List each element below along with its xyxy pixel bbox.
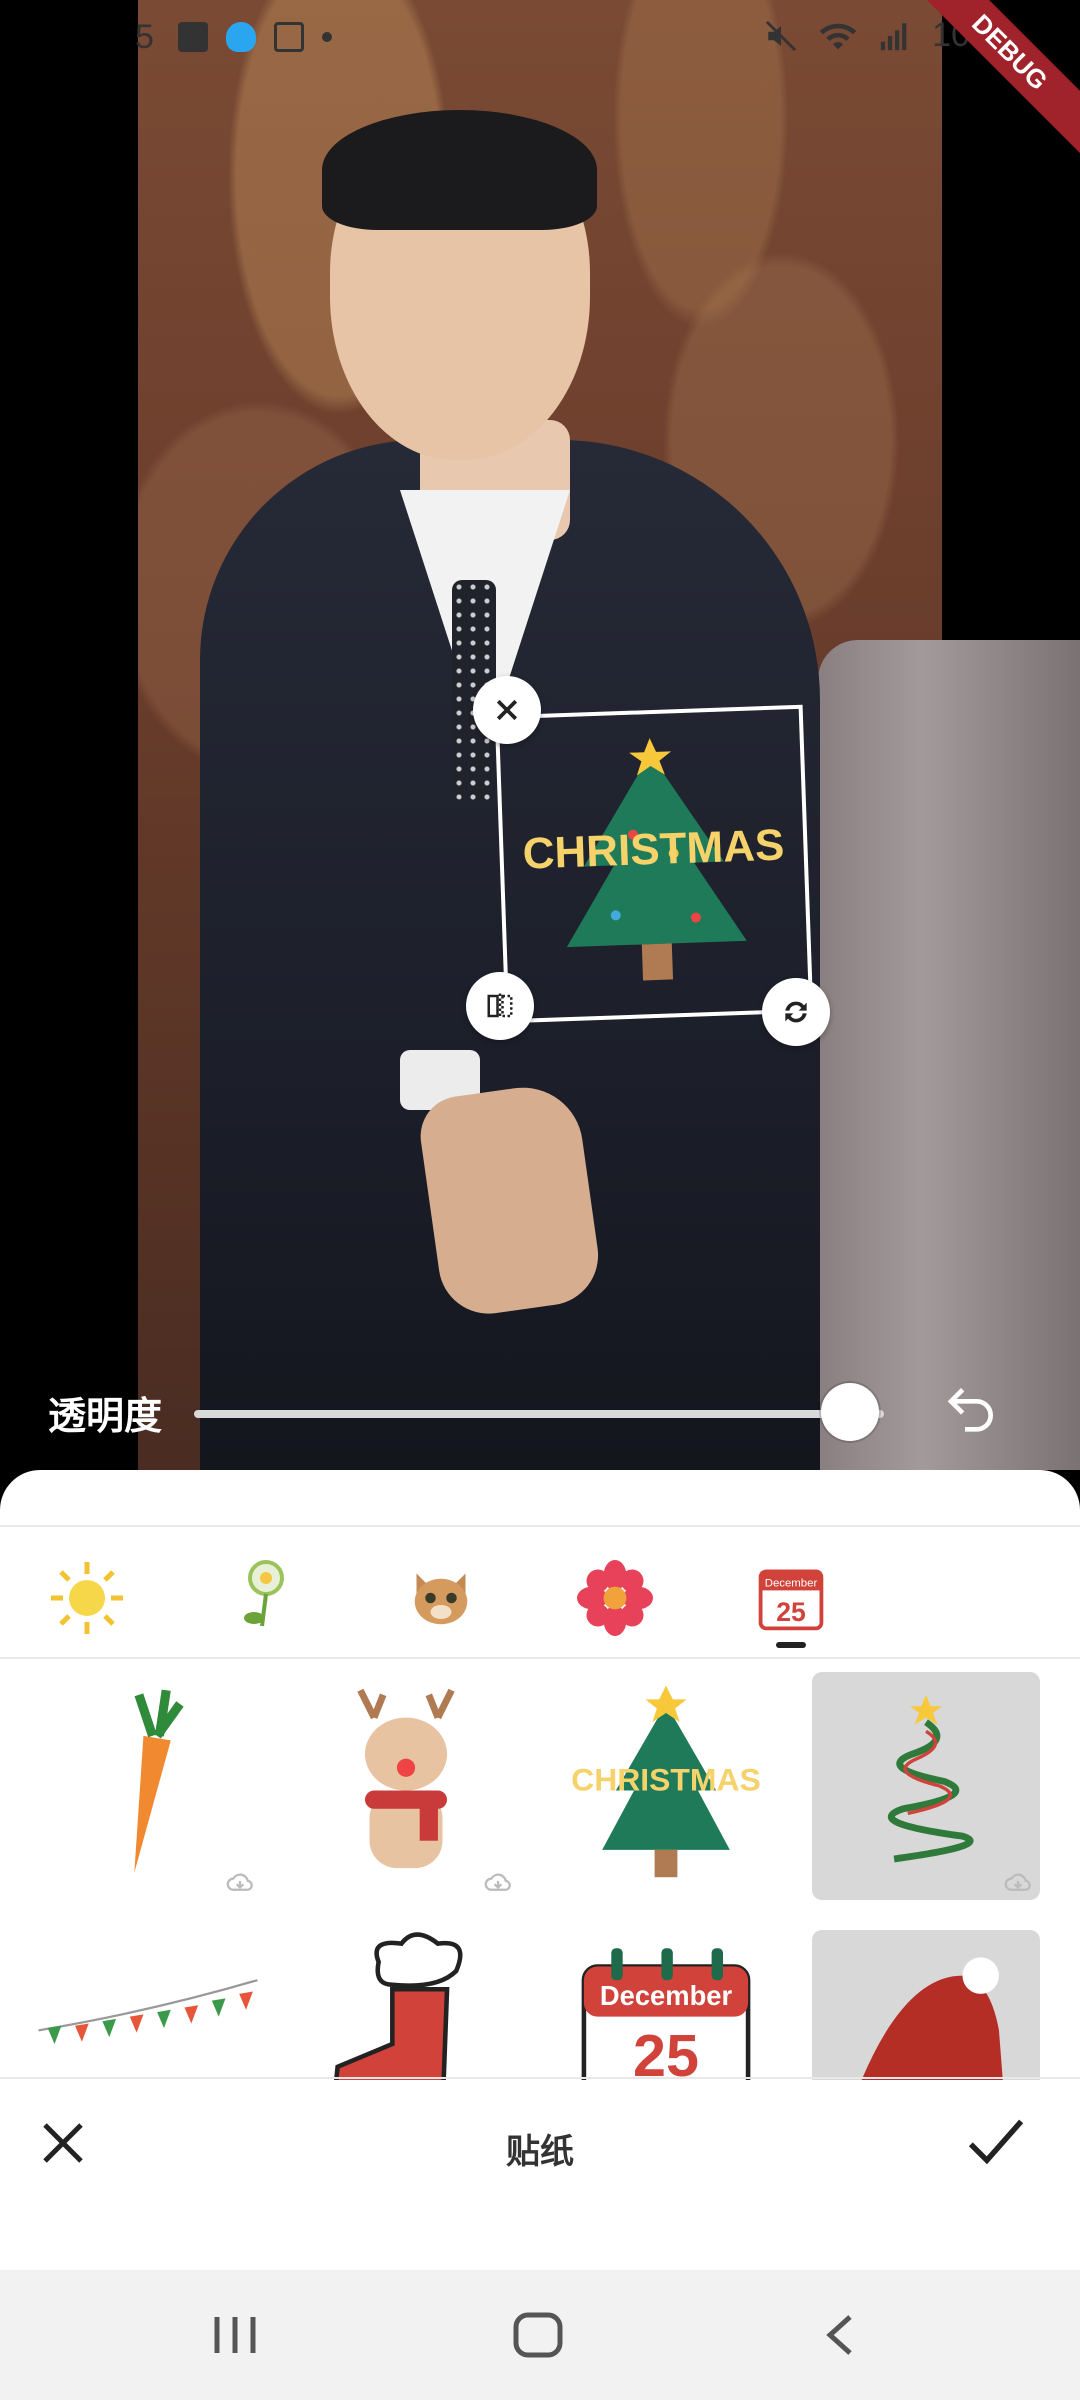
christmas-tree-sticker[interactable]: CHRISTMAS	[499, 709, 809, 1019]
santa-hat-sticker[interactable]	[812, 1930, 1040, 2080]
download-cloud-icon[interactable]	[1004, 1872, 1032, 1892]
flower-balloon-sticker-tab[interactable]	[220, 1553, 310, 1643]
christmas-tree-text-sticker[interactable]: CHRISTMAS	[552, 1672, 780, 1900]
opacity-label: 透明度	[48, 1396, 163, 1438]
sun-sticker-tab[interactable]	[42, 1553, 132, 1643]
bunting-flags-icon	[38, 1979, 258, 2044]
more-notifications-dot-icon	[322, 32, 332, 42]
svg-text:25: 25	[633, 2022, 699, 2080]
ribbon-tree-icon	[887, 1694, 974, 1863]
december-calendar-sticker[interactable]: December 25	[552, 1930, 780, 2080]
clipboard-notification-icon	[274, 22, 304, 52]
system-navigation-bar	[0, 2270, 1080, 2400]
close-icon	[496, 699, 518, 721]
christmas-stocking-sticker[interactable]	[292, 1930, 520, 2080]
bottom-action-bar	[0, 2080, 1080, 2270]
home-icon[interactable]	[508, 2310, 568, 2360]
qq-notification-icon	[226, 22, 256, 52]
christmas-sticker-text: CHRISTMAS	[522, 820, 785, 878]
rotate-scale-sticker-button[interactable]	[762, 978, 830, 1046]
carrot-sticker[interactable]	[34, 1672, 262, 1900]
reindeer-icon	[357, 1688, 455, 1869]
christmas-tree-icon: CHRISTMAS	[571, 1685, 761, 1878]
sticker-selection-box[interactable]: CHRISTMAS	[494, 704, 814, 1024]
cat-sticker-tab[interactable]	[396, 1553, 486, 1643]
back-icon[interactable]	[812, 2310, 872, 2360]
ribbon-tree-sticker[interactable]	[812, 1672, 1040, 1900]
download-cloud-icon[interactable]	[226, 1872, 254, 1892]
opacity-slider-thumb[interactable]	[820, 1383, 879, 1441]
sun-icon	[51, 1562, 123, 1634]
divider	[0, 2077, 1080, 2079]
confirm-check-icon[interactable]	[964, 2114, 1028, 2170]
bunting-flags-sticker[interactable]	[34, 1930, 262, 2080]
download-cloud-icon[interactable]	[484, 1872, 512, 1892]
calendar-icon: December 25	[758, 1569, 824, 1631]
december-calendar-icon: December 25	[581, 1948, 751, 2080]
svg-text:CHRISTMAS: CHRISTMAS	[571, 1762, 761, 1798]
status-time: 5	[135, 18, 154, 56]
selected-tab-indicator	[776, 1642, 806, 1648]
cat-face-icon	[414, 1573, 468, 1625]
opacity-slider-track[interactable]	[194, 1410, 884, 1418]
sticker-category-tabs: December 25	[0, 1545, 1080, 1655]
person-hair	[322, 110, 597, 230]
red-flower-sticker-tab[interactable]	[570, 1553, 660, 1643]
mute-icon	[766, 20, 797, 51]
red-flower-icon	[577, 1560, 653, 1636]
signal-icon	[881, 22, 907, 50]
remove-sticker-button[interactable]	[473, 676, 541, 744]
recent-apps-icon[interactable]	[205, 2310, 265, 2360]
chair	[818, 640, 1080, 1470]
santa-hat-icon	[861, 1957, 1003, 2080]
svg-text:25: 25	[776, 1597, 806, 1627]
divider	[0, 1525, 1080, 1527]
flip-sticker-button[interactable]	[466, 972, 534, 1040]
reindeer-sticker[interactable]	[292, 1672, 520, 1900]
rotate-icon	[785, 1001, 807, 1023]
status-bar: 5 10 DEBUG	[0, 0, 1080, 160]
svg-text:December: December	[765, 1578, 818, 1590]
flip-icon	[487, 993, 513, 1019]
gallery-notification-icon	[178, 22, 208, 52]
flower-balloon-icon	[244, 1560, 284, 1627]
panel-title: 贴纸	[506, 2133, 574, 2171]
wifi-icon	[819, 23, 857, 49]
carrot-icon	[134, 1689, 184, 1873]
sticker-grid: CHRISTMAS December 25	[0, 1660, 1080, 2080]
svg-text:December: December	[600, 1980, 733, 2011]
christmas-stocking-icon	[333, 1932, 463, 2080]
calendar-christmas-sticker-tab[interactable]: December 25	[746, 1553, 836, 1643]
divider	[0, 1657, 1080, 1659]
undo-icon[interactable]	[944, 1378, 1000, 1434]
